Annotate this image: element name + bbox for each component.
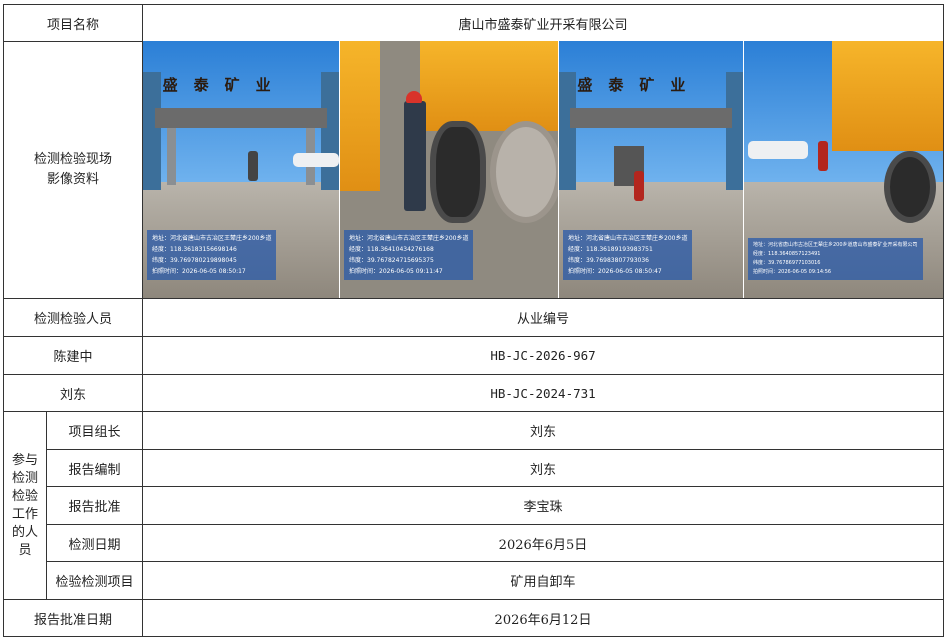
photo-truck-wheel bbox=[430, 121, 486, 223]
inspector-cert-number: HB-JC-2026-967 bbox=[142, 336, 944, 375]
watermark-address: 地址：河北省唐山市古冶区王辇庄乡200乡道 bbox=[568, 235, 688, 242]
approval-date-label: 报告批准日期 bbox=[3, 599, 143, 637]
photo-truck-side bbox=[340, 41, 380, 191]
photo-person bbox=[818, 141, 828, 171]
watermark-longitude: 经度：118.36183156698146 bbox=[152, 246, 237, 253]
project-name-label: 项目名称 bbox=[3, 4, 143, 42]
cert-number-label: 从业编号 bbox=[142, 298, 944, 337]
site-media-label: 检测检验现场 影像资料 bbox=[3, 41, 143, 299]
report-writer-value: 刘东 bbox=[142, 449, 944, 487]
approval-date-value: 2026年6月12日 bbox=[142, 599, 944, 637]
photo-building bbox=[143, 71, 161, 191]
team-leader-value: 刘东 bbox=[142, 411, 944, 450]
site-photo-strip: 盛泰矿业 地址：河北省唐山市古冶区王辇庄乡200乡道 经度：118.361831… bbox=[143, 41, 943, 298]
photo-truck-body bbox=[420, 41, 558, 131]
watermark-time: 拍照时间：2026-06-05 08:50:47 bbox=[568, 268, 662, 275]
photo-car bbox=[293, 153, 339, 167]
photo-watermark: 地址：河北省唐山市古冶区王辇庄乡200乡道 经度：118.36183156698… bbox=[147, 230, 277, 280]
watermark-time: 拍照时间：2026-06-05 08:50:17 bbox=[152, 268, 246, 275]
inspector-cert-number: HB-JC-2024-731 bbox=[142, 374, 944, 412]
site-photo-truck-side: 地址：河北省唐山市古冶区王辇庄乡200乡道唐山市盛泰矿业开采有限公司 经度：11… bbox=[744, 41, 943, 298]
watermark-latitude: 纬度：39.769780219898045 bbox=[152, 257, 237, 264]
site-media-label-line2: 影像资料 bbox=[46, 172, 99, 187]
photo-watermark: 地址：河北省唐山市古冶区王辇庄乡200乡道 经度：118.36189193983… bbox=[563, 230, 693, 280]
test-item-label: 检验检测项目 bbox=[46, 561, 143, 600]
watermark-time: 拍照时间：2026-06-05 09:11:47 bbox=[349, 268, 443, 275]
watermark-address: 地址：河北省唐山市古冶区王辇庄乡200乡道唐山市盛泰矿业开采有限公司 bbox=[753, 242, 918, 248]
watermark-latitude: 纬度：39.76983807793036 bbox=[568, 257, 649, 264]
watermark-latitude: 纬度：39.76786977103016 bbox=[753, 260, 821, 266]
photo-gate bbox=[570, 107, 732, 129]
site-photo-truck-wheel: 地址：河北省唐山市古冶区王辇庄乡200乡道 经度：118.36410434276… bbox=[340, 41, 558, 298]
watermark-address: 地址：河北省唐山市古冶区王辇庄乡200乡道 bbox=[349, 235, 469, 242]
watermark-longitude: 经度：118.36189193983751 bbox=[568, 246, 653, 253]
test-date-value: 2026年6月5日 bbox=[142, 524, 944, 562]
photo-person bbox=[248, 151, 258, 181]
photo-truck-wheel bbox=[884, 151, 936, 223]
photo-watermark: 地址：河北省唐山市古冶区王辇庄乡200乡道唐山市盛泰矿业开采有限公司 经度：11… bbox=[748, 238, 923, 280]
site-media-label-line1: 检测检验现场 bbox=[33, 152, 112, 167]
test-item-value: 矿用自卸车 bbox=[142, 561, 944, 600]
watermark-longitude: 经度：118.3640857123491 bbox=[753, 251, 821, 257]
photo-watermark: 地址：河北省唐山市古冶区王辇庄乡200乡道 经度：118.36410434276… bbox=[344, 230, 474, 280]
watermark-longitude: 经度：118.36410434276168 bbox=[349, 246, 434, 253]
photo-inspector bbox=[404, 101, 426, 211]
photo-person bbox=[634, 171, 644, 201]
gate-sign: 盛泰矿业 bbox=[162, 76, 287, 95]
watermark-latitude: 纬度：39.767824715695375 bbox=[349, 257, 434, 264]
watermark-address: 地址：河北省唐山市古冶区王辇庄乡200乡道 bbox=[152, 235, 272, 242]
report-approver-value: 李宝珠 bbox=[142, 486, 944, 525]
inspector-label: 检测检验人员 bbox=[3, 298, 143, 337]
site-photo-gate-2: 盛泰矿业 地址：河北省唐山市古冶区王辇庄乡200乡道 经度：118.361891… bbox=[559, 41, 743, 298]
site-photo-gate: 盛泰矿业 地址：河北省唐山市古冶区王辇庄乡200乡道 经度：118.361831… bbox=[143, 41, 339, 298]
hard-hat-icon bbox=[406, 91, 422, 103]
gate-sign: 盛泰矿业 bbox=[577, 76, 702, 95]
project-name-value: 唐山市盛泰矿业开采有限公司 bbox=[142, 4, 944, 42]
participants-group-text: 参与检测检验工作的人员 bbox=[11, 452, 38, 558]
test-date-label: 检测日期 bbox=[46, 524, 143, 562]
photo-gate bbox=[154, 107, 328, 129]
photo-building bbox=[726, 71, 743, 191]
inspector-name: 刘东 bbox=[3, 374, 143, 412]
watermark-time: 拍照时间：2026-06-05 09:14:56 bbox=[753, 269, 832, 275]
photo-building bbox=[559, 71, 576, 191]
photo-truck-tank bbox=[490, 121, 558, 223]
team-leader-label: 项目组长 bbox=[46, 411, 143, 450]
photo-pickup bbox=[748, 141, 808, 159]
report-approver-label: 报告批准 bbox=[46, 486, 143, 525]
photo-truck-body bbox=[832, 41, 943, 151]
inspector-name: 陈建中 bbox=[3, 336, 143, 375]
photo-pillar bbox=[166, 128, 177, 185]
report-writer-label: 报告编制 bbox=[46, 449, 143, 487]
participants-group-label: 参与检测检验工作的人员 bbox=[3, 411, 47, 600]
photo-building bbox=[321, 71, 339, 191]
